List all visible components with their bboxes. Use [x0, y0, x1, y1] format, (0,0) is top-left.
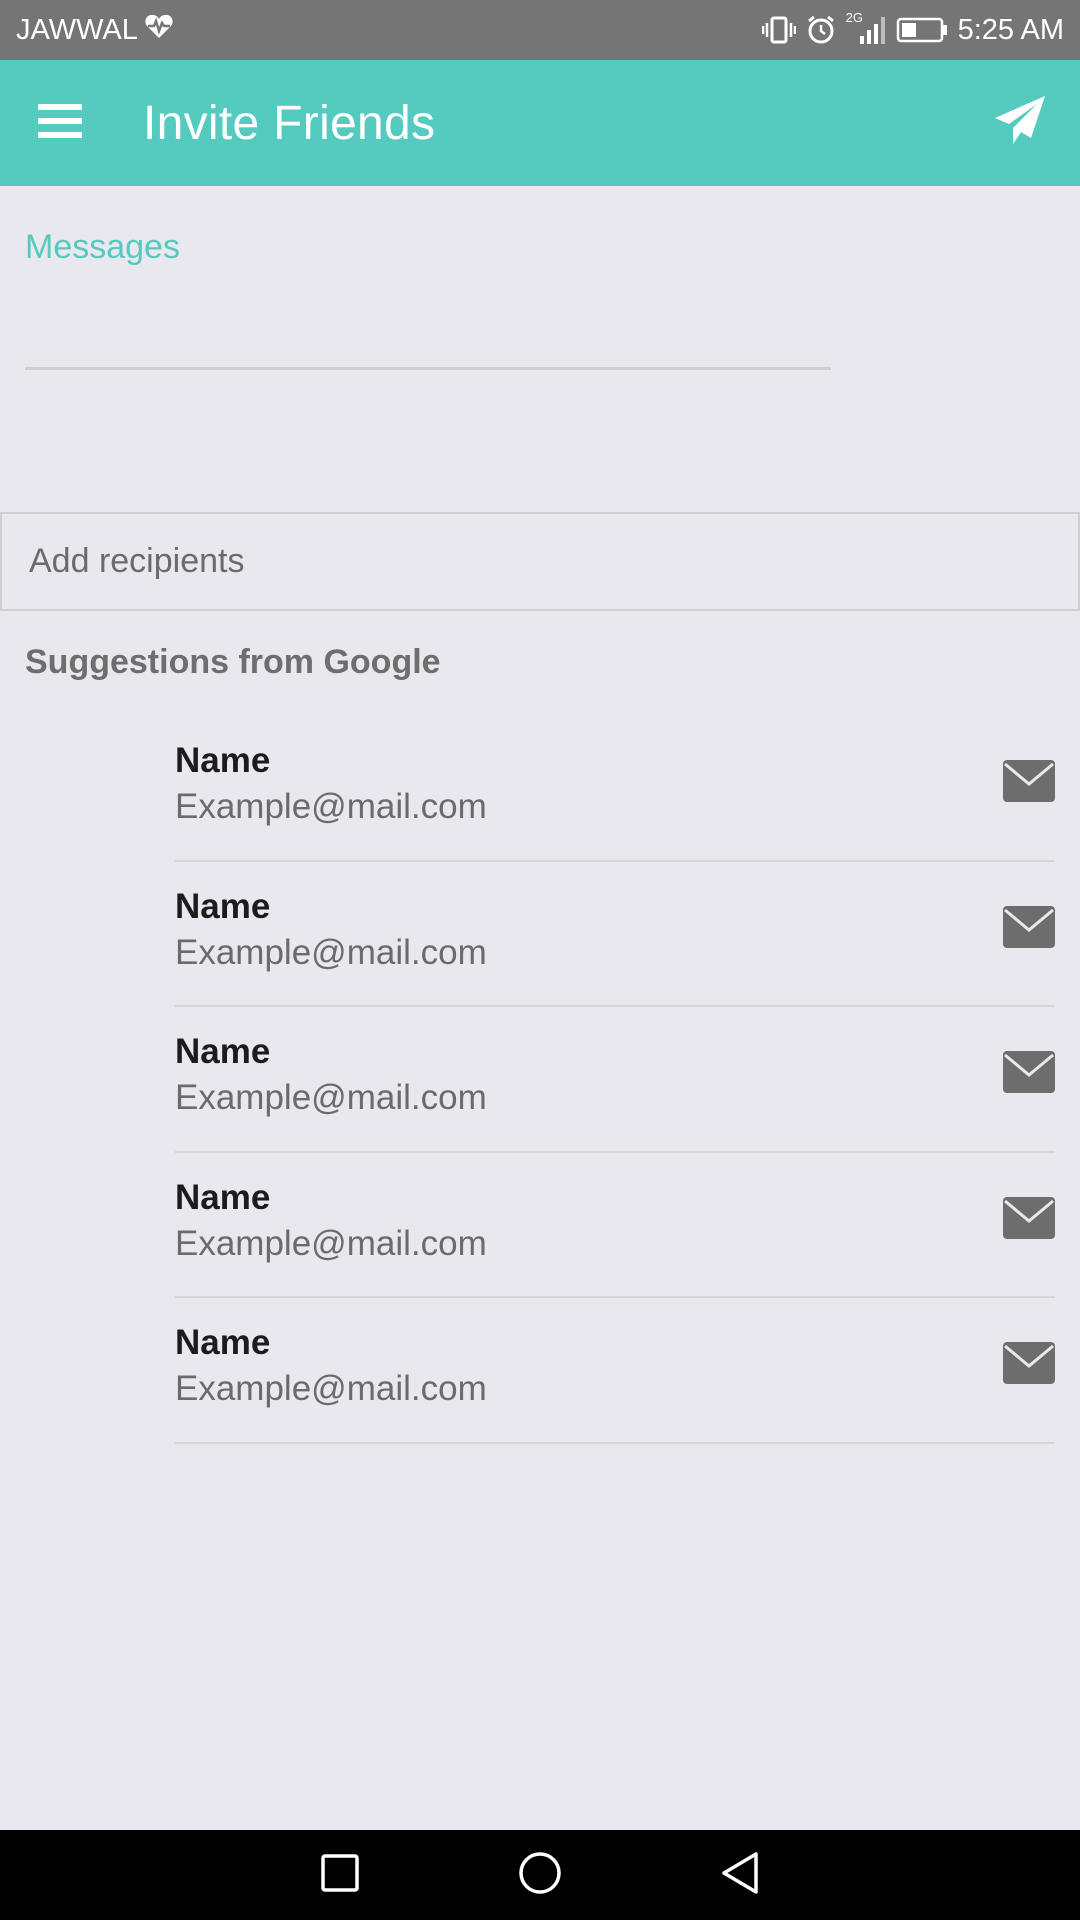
contact-row[interactable]: Name Example@mail.com: [175, 1298, 1055, 1444]
contact-name: Name: [175, 1323, 271, 1362]
back-icon: [720, 1851, 760, 1900]
recipients-input[interactable]: [2, 514, 1078, 609]
send-icon: [993, 94, 1047, 153]
contact-name: Name: [175, 1177, 271, 1217]
messages-field[interactable]: Messages: [25, 186, 831, 370]
navigation-bar: [0, 1830, 1080, 1920]
contact-email: Example@mail.com: [175, 1369, 487, 1408]
mail-icon[interactable]: [1003, 1342, 1055, 1384]
recents-icon: [320, 1853, 360, 1898]
contact-row[interactable]: Name Example@mail.com: [175, 862, 1055, 1007]
heart-pulse-icon: [144, 12, 174, 48]
menu-icon: [38, 102, 82, 145]
mail-icon[interactable]: [1003, 1051, 1055, 1093]
recents-button[interactable]: [240, 1830, 440, 1920]
app-bar: Invite Friends: [0, 60, 1080, 186]
contact-email: Example@mail.com: [175, 1078, 487, 1117]
back-button[interactable]: [640, 1830, 840, 1920]
messages-input[interactable]: [25, 276, 831, 366]
contact-name: Name: [175, 1032, 271, 1071]
contact-name: Name: [175, 741, 271, 780]
contact-email: Example@mail.com: [175, 787, 487, 826]
contact-row[interactable]: Name Example@mail.com: [175, 1153, 1055, 1298]
status-bar: JAWWAL 2G 5:25 AM: [0, 0, 1080, 60]
recipients-box[interactable]: [0, 512, 1080, 611]
battery-icon: [896, 16, 948, 44]
vibrate-icon: [761, 15, 796, 45]
send-button[interactable]: [960, 60, 1080, 186]
contact-email: Example@mail.com: [175, 932, 487, 972]
status-right: 2G 5:25 AM: [761, 10, 1064, 47]
status-left: JAWWAL: [16, 12, 174, 48]
mail-icon[interactable]: [1003, 905, 1055, 948]
contact-name: Name: [175, 886, 271, 926]
suggestions-header: Suggestions from Google: [25, 643, 441, 681]
page-title: Invite Friends: [143, 96, 436, 150]
clock: 5:25 AM: [957, 13, 1064, 46]
menu-button[interactable]: [0, 60, 120, 186]
home-button[interactable]: [440, 1830, 640, 1920]
mail-icon[interactable]: [1003, 760, 1055, 802]
home-icon: [518, 1851, 562, 1900]
signal-icon: 2G: [846, 10, 886, 46]
contacts-list: Name Example@mail.com Name Example@mail.…: [175, 716, 1055, 1444]
contact-email: Example@mail.com: [175, 1223, 487, 1263]
contact-row[interactable]: Name Example@mail.com: [175, 1007, 1055, 1153]
contact-row[interactable]: Name Example@mail.com: [175, 716, 1055, 862]
messages-label: Messages: [25, 228, 180, 266]
mail-icon[interactable]: [1003, 1196, 1055, 1239]
carrier-name: JAWWAL: [16, 13, 138, 46]
alarm-icon: [806, 15, 836, 45]
messages-underline: [25, 367, 831, 370]
